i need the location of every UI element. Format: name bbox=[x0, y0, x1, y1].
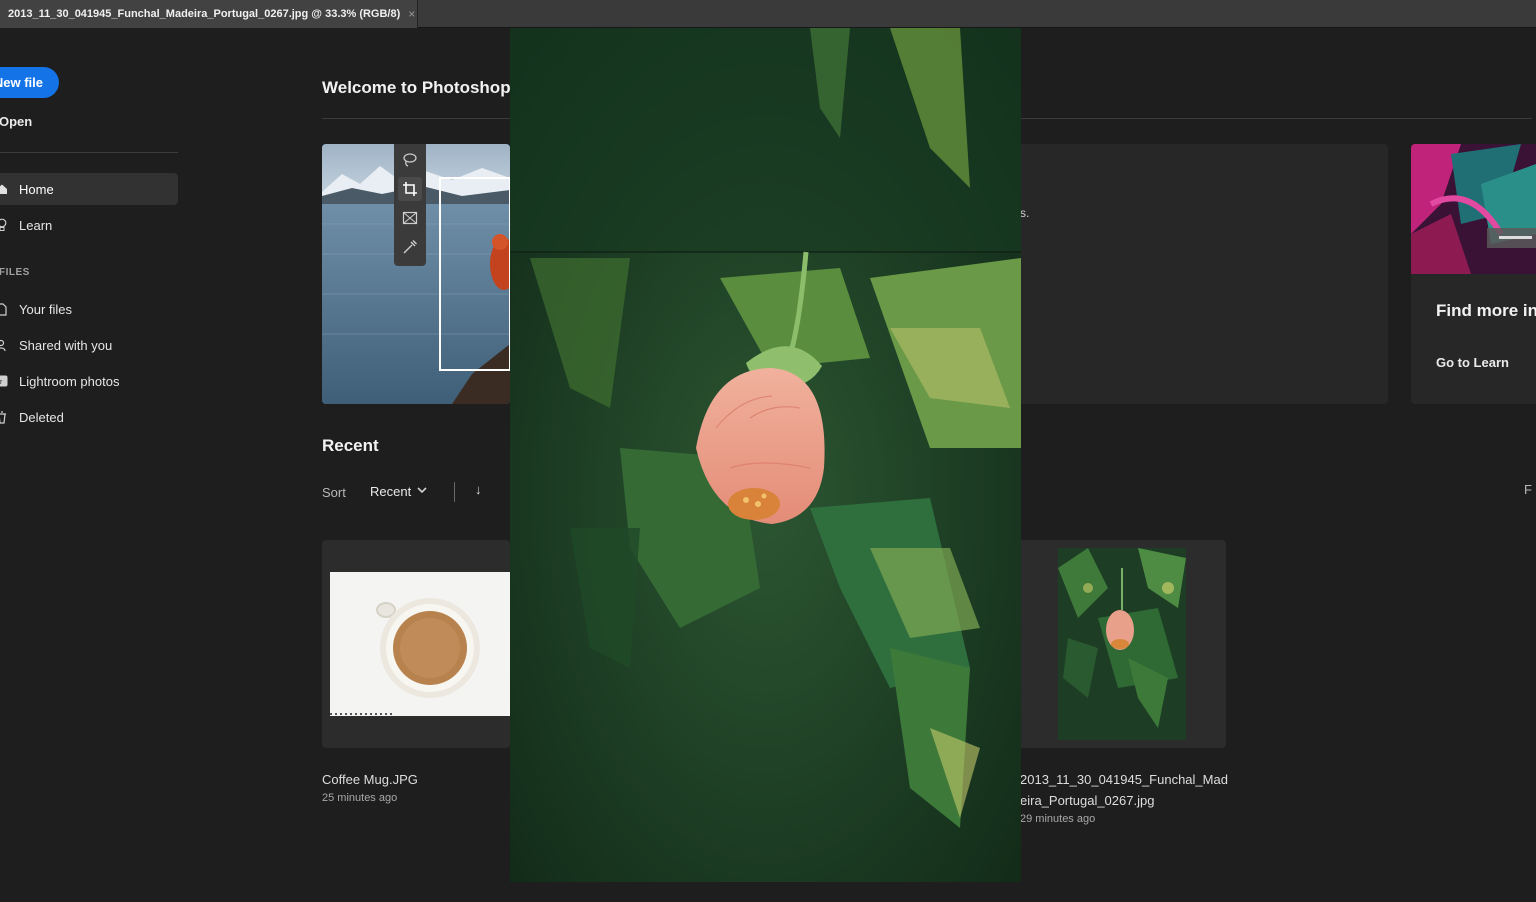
close-icon[interactable]: × bbox=[408, 7, 415, 21]
lightroom-icon: r bbox=[0, 374, 8, 388]
sidebar-item-home[interactable]: Home bbox=[0, 173, 178, 205]
sort-dropdown[interactable]: Recent bbox=[370, 484, 427, 499]
sidebar-item-label: Home bbox=[19, 181, 54, 197]
file-time: 29 minutes ago bbox=[1020, 813, 1096, 825]
tool-strip bbox=[394, 144, 426, 266]
sidebar-item-deleted[interactable]: Deleted bbox=[0, 401, 178, 433]
sort-label: Sort bbox=[322, 485, 346, 500]
people-icon bbox=[0, 338, 8, 352]
frame-icon[interactable] bbox=[398, 206, 422, 230]
promo-text: s. bbox=[1020, 206, 1030, 220]
go-to-learn-link[interactable]: Go to Learn bbox=[1436, 355, 1509, 370]
sidebar-item-your-files[interactable]: Your files bbox=[0, 293, 178, 325]
sort-direction-button[interactable]: ↓ bbox=[475, 482, 482, 497]
chevron-down-icon bbox=[417, 486, 427, 497]
file-icon bbox=[0, 302, 8, 316]
lasso-icon[interactable] bbox=[398, 148, 422, 172]
sidebar-item-label: Your files bbox=[19, 301, 72, 317]
trash-icon bbox=[0, 410, 8, 424]
sidebar-item-label: Shared with you bbox=[19, 337, 113, 353]
sidebar-item-label: Learn bbox=[19, 217, 53, 233]
flower-photo bbox=[510, 28, 1021, 882]
crop-icon[interactable] bbox=[398, 177, 422, 201]
recent-file-card[interactable] bbox=[1020, 540, 1226, 748]
document-tab-title: 2013_11_30_041945_Funchal_Madeira_Portug… bbox=[8, 8, 401, 20]
file-name[interactable]: 2013_11_30_041945_Funchal_Madeira_Portug… bbox=[1020, 769, 1232, 811]
recent-title: Recent bbox=[322, 436, 379, 455]
sidebar-item-lightroom[interactable]: r Lightroom photos bbox=[0, 365, 178, 397]
lightbulb-icon bbox=[0, 218, 8, 232]
sidebar-item-label: Lightroom photos bbox=[19, 373, 120, 389]
learn-card[interactable]: Find more in Go to Learn bbox=[1411, 144, 1536, 404]
learn-thumbnail bbox=[1411, 144, 1536, 274]
sidebar-divider bbox=[0, 152, 178, 153]
welcome-title: Welcome to Photoshop, T bbox=[322, 78, 531, 97]
document-tab[interactable]: 2013_11_30_041945_Funchal_Madeira_Portug… bbox=[0, 0, 418, 28]
sidebar-item-label: Deleted bbox=[19, 409, 64, 425]
photo-document-window[interactable] bbox=[510, 28, 1021, 882]
new-file-button[interactable]: New file bbox=[0, 67, 59, 98]
filter-label[interactable]: F bbox=[1524, 482, 1532, 497]
promo-card[interactable]: s. bbox=[1020, 144, 1388, 404]
files-section-label: FILES bbox=[0, 267, 30, 278]
recent-file-card[interactable] bbox=[322, 540, 510, 748]
file-thumbnail bbox=[1058, 548, 1186, 740]
open-button[interactable]: Open bbox=[0, 114, 32, 129]
home-icon bbox=[0, 182, 8, 196]
sort-value: Recent bbox=[370, 484, 412, 499]
eyedropper-icon[interactable] bbox=[398, 235, 422, 259]
sidebar-item-shared[interactable]: Shared with you bbox=[0, 329, 178, 361]
sort-divider bbox=[454, 482, 455, 502]
file-thumbnail bbox=[330, 572, 510, 716]
document-tab-bar: 2013_11_30_041945_Funchal_Madeira_Portug… bbox=[0, 0, 1536, 28]
file-name[interactable]: Coffee Mug.JPG bbox=[322, 769, 418, 790]
learn-card-title: Find more in bbox=[1436, 301, 1536, 320]
sidebar: New file Open Home Learn FILES Your file… bbox=[0, 28, 190, 902]
sidebar-item-learn[interactable]: Learn bbox=[0, 209, 178, 241]
file-time: 25 minutes ago bbox=[322, 792, 398, 804]
